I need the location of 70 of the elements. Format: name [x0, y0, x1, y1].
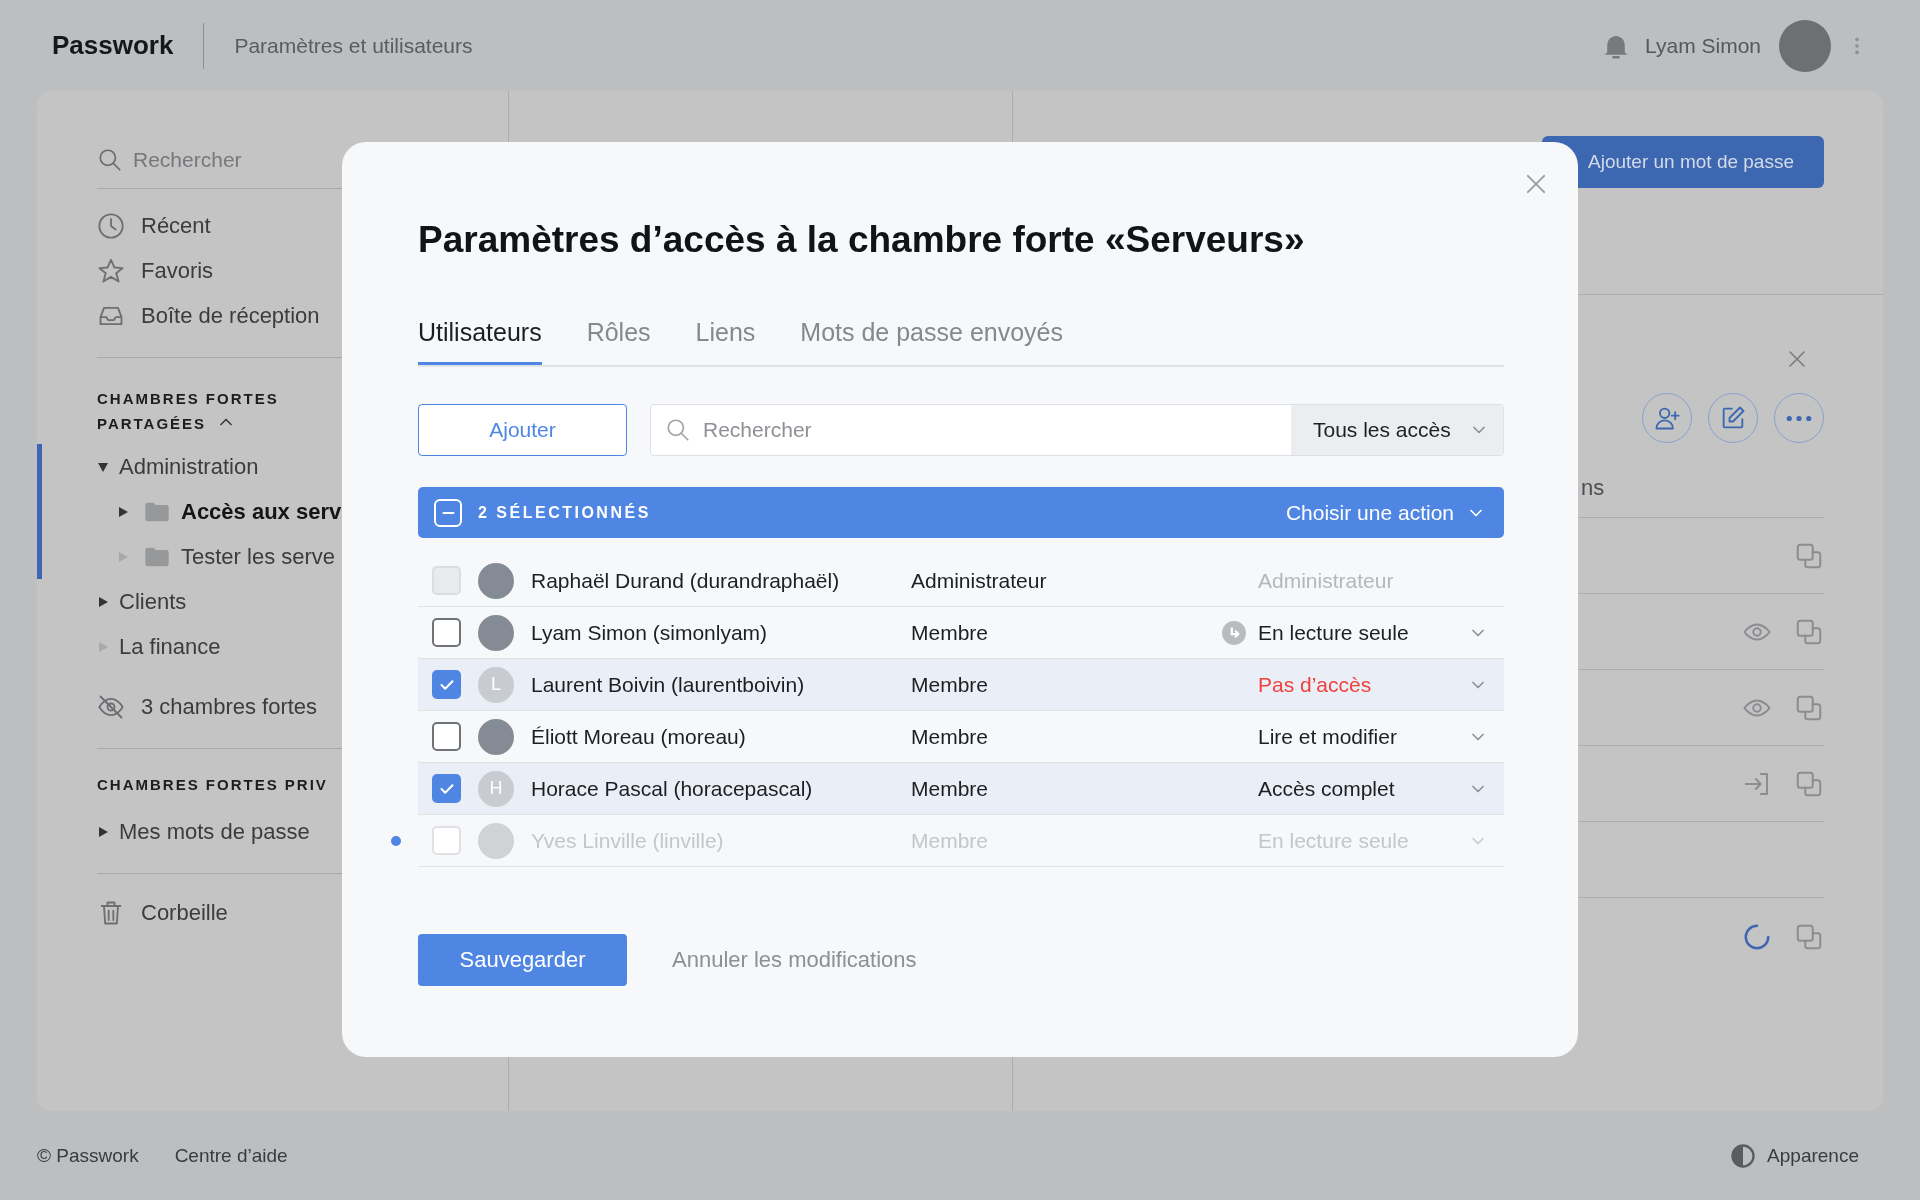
- spinner-icon: [1742, 922, 1772, 952]
- access-dropdown[interactable]: Pas d’accès: [1258, 672, 1468, 697]
- help-link[interactable]: Centre d’aide: [174, 1144, 288, 1167]
- vault-item[interactable]: Accès aux serv: [181, 498, 342, 525]
- tab[interactable]: Rôles: [586, 312, 651, 363]
- nav-item[interactable]: Corbeille: [141, 899, 228, 926]
- access-dropdown[interactable]: En lecture seule: [1258, 620, 1468, 645]
- user-name: Éliott Moreau (moreau): [531, 724, 747, 749]
- user-role: Membre: [911, 620, 990, 645]
- action-dropdown[interactable]: Choisir une action: [1285, 500, 1486, 525]
- section-heading: CHAMBRES FORTES PARTAGÉES: [97, 389, 280, 434]
- expand-triangle-icon[interactable]: [117, 505, 129, 518]
- app-logo-text[interactable]: Passwork: [52, 30, 174, 61]
- nav-item[interactable]: Récent: [141, 212, 211, 239]
- search-icon: [97, 147, 123, 173]
- checkbox[interactable]: [432, 722, 461, 751]
- nav-item[interactable]: Favoris: [141, 257, 214, 284]
- user-name: Horace Pascal (horacepascal): [531, 776, 814, 801]
- user-name: Lyam Simon (simonlyam): [531, 620, 769, 645]
- selection-count: 2 SÉLECTIONNÉS: [478, 503, 651, 522]
- checkbox[interactable]: [432, 618, 461, 647]
- appearance-link[interactable]: Apparence: [1767, 1144, 1859, 1167]
- user-name: Raphaël Durand (durandraphaël): [531, 568, 841, 593]
- star-icon: [97, 256, 125, 285]
- clock-icon: [97, 211, 125, 240]
- user-name: Laurent Boivin (laurentboivin): [531, 672, 806, 697]
- checkbox[interactable]: [432, 670, 461, 699]
- avatar-placeholder[interactable]: [1779, 19, 1831, 72]
- avatar-placeholder: [478, 822, 514, 859]
- collapse-triangle-icon[interactable]: [97, 460, 109, 473]
- more-button[interactable]: [1774, 393, 1824, 443]
- minus-icon: [441, 511, 455, 514]
- tab[interactable]: Utilisateurs: [418, 312, 542, 365]
- checkbox[interactable]: [432, 774, 461, 803]
- vault-item[interactable]: La finance: [119, 633, 221, 660]
- access-dropdown[interactable]: Accès complet: [1258, 776, 1468, 801]
- copy-icon[interactable]: [1794, 922, 1824, 952]
- expand-triangle-icon[interactable]: [97, 595, 109, 608]
- copyright-text: © Passwork: [37, 1144, 139, 1167]
- user-role: Membre: [911, 776, 990, 801]
- page-title: Paramètres et utilisateurs: [234, 33, 473, 58]
- vault-item[interactable]: Mes mots de passe: [119, 818, 310, 845]
- deselect-checkbox[interactable]: [434, 498, 462, 527]
- vault-item[interactable]: Clients: [119, 588, 187, 615]
- edit-button[interactable]: [1708, 393, 1758, 443]
- user-role: Administrateur: [911, 568, 1048, 593]
- add-user-button[interactable]: [1642, 393, 1692, 443]
- access-level: Administrateur: [1258, 568, 1395, 593]
- hidden-vaults-link[interactable]: 3 chambres fortes: [141, 693, 318, 720]
- dialog-title: Paramètres d’accès à la chambre forte «Serveurs»: [418, 218, 1306, 262]
- tab[interactable]: Liens: [695, 312, 756, 363]
- expand-triangle-icon[interactable]: [97, 825, 109, 838]
- add-password-button[interactable]: Ajouter un mot de passe: [1542, 136, 1824, 188]
- vault-item[interactable]: Tester les serve: [181, 543, 336, 570]
- section-heading: CHAMBRES FORTES PRIV: [97, 775, 329, 795]
- nav-item[interactable]: Boîte de réception: [141, 302, 320, 329]
- add-button[interactable]: Ajouter: [418, 404, 627, 456]
- tab-label[interactable]: ns: [1581, 475, 1605, 500]
- user-role: Membre: [911, 724, 990, 749]
- avatar-placeholder: [478, 614, 514, 651]
- avatar-placeholder: [478, 718, 514, 755]
- vault-item[interactable]: Administration: [119, 453, 259, 480]
- more-icon: [1786, 414, 1812, 422]
- avatar-placeholder: [478, 562, 514, 599]
- access-dropdown[interactable]: Lire et modifier: [1258, 724, 1468, 749]
- tab[interactable]: Mots de passe envoyés: [800, 312, 1063, 363]
- user-role: Membre: [911, 672, 990, 697]
- contrast-icon: [1729, 1141, 1758, 1170]
- save-button[interactable]: Sauvegarder: [418, 934, 627, 986]
- user-name[interactable]: Lyam Simon: [1645, 33, 1761, 58]
